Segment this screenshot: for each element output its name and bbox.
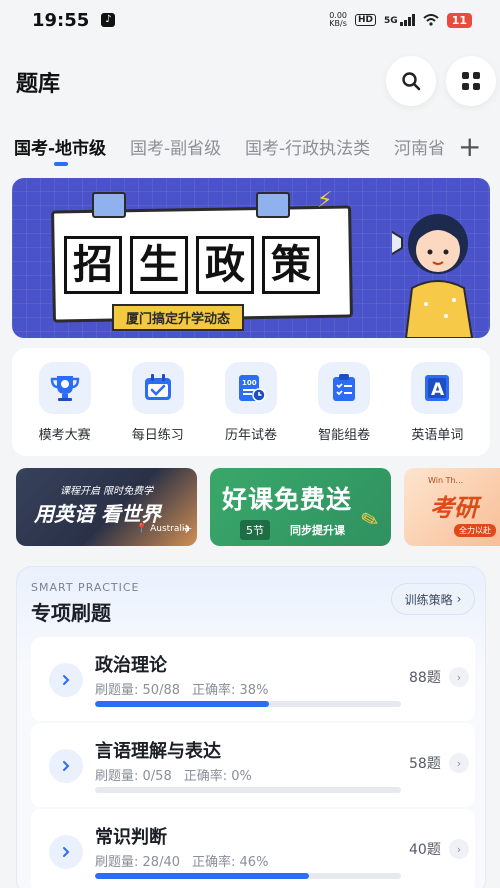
tool-label: 模考大赛 [38,427,91,443]
tool-label: 英语单词 [411,427,464,443]
letter-a-icon: A [425,374,450,401]
apps-menu-button[interactable] [446,56,496,106]
category-tabs: 国考-地市级 国考-副省级 国考-行政执法类 河南省 + [0,130,500,170]
net-speed: 0.00 KB/s [329,11,348,28]
promo-tag: 全力以赴 [454,524,496,537]
progress-bar [95,787,401,793]
promo-title: 用英语 看世界 [34,502,161,526]
binder-clip-icon [92,192,126,218]
banner-subtitle: 厦门搞定升学动态 [112,304,245,331]
banner-char: 生 [130,236,188,294]
training-strategy-button[interactable]: 训练策略 › [391,583,475,615]
practice-item[interactable]: 言语理解与表达 刷题量: 0/58 正确率: 0% 58题 › [31,723,475,807]
signal-icon: 5G [384,14,415,26]
practice-name: 政治理论 [95,655,167,676]
question-count: 58题 [409,756,441,772]
smart-practice-panel: SMART PRACTICE 专项刷题 训练策略 › 政治理论 刷题量: 50/… [16,566,486,888]
practice-stats: 刷题量: 0/58 正确率: 0% [95,769,252,784]
add-tab-icon[interactable]: + [458,130,481,163]
tab-henan[interactable]: 河南省 [394,134,445,159]
grid-icon [462,72,480,90]
expand-chevron-icon[interactable] [49,663,83,697]
tool-daily-practice[interactable]: 每日练习 [114,361,202,443]
banner-char: 政 [196,236,254,294]
tiktok-notification-icon: ♪ [101,13,116,27]
svg-text:100: 100 [242,379,257,387]
promo-carousel: 课程开启 限时免费学 用英语 看世界 📍 Australia ✈ 好课免费送 5… [16,468,500,546]
quick-tools: 模考大赛 每日练习 100 历年试卷 智能组卷 A 英语单词 [12,348,490,456]
tool-smart-paper[interactable]: 智能组卷 [300,361,388,443]
promo-subtitle: 同步提升课 [290,524,345,537]
banner-char: 策 [262,236,320,294]
progress-fill [95,701,270,707]
chevron-right-icon[interactable]: › [449,753,469,773]
promo-subtitle: Win Th... [428,476,464,485]
promo-title: 好课免费送 [222,485,353,514]
active-tab-indicator [54,162,68,166]
exam-paper-icon: 100 [238,374,266,402]
progress-fill [95,873,310,879]
tool-mock-exam[interactable]: 模考大赛 [21,361,109,443]
tab-guokao-fusheng[interactable]: 国考-副省级 [130,134,221,159]
progress-bar [95,701,401,707]
practice-item[interactable]: 政治理论 刷题量: 50/88 正确率: 38% 88题 › [31,637,475,721]
search-icon [402,72,421,91]
tab-guokao-dishi[interactable]: 国考-地市级 [14,134,106,159]
search-button[interactable] [386,56,436,106]
practice-stats: 刷题量: 50/88 正确率: 38% [95,683,269,698]
pencil-icon: ✏ [354,505,384,536]
chevron-right-icon[interactable]: › [449,839,469,859]
tool-label: 智能组卷 [318,427,371,443]
hd-badge: HD [355,14,377,26]
svg-text:A: A [431,380,445,400]
section-title: 专项刷题 [31,601,111,625]
calendar-check-icon [144,373,171,400]
tool-past-papers[interactable]: 100 历年试卷 [207,361,295,443]
battery-icon: 11 [446,12,472,28]
girl-megaphone-illustration [392,214,474,338]
tool-label: 历年试卷 [224,427,277,443]
clipboard-list-icon [333,373,356,401]
burst-lines-icon: ⚡ [317,188,333,213]
practice-name: 常识判断 [95,827,167,848]
chevron-right-icon[interactable]: › [449,667,469,687]
tool-label: 每日练习 [131,427,184,443]
app-header: 题库 [0,52,500,110]
tab-guokao-xingzheng[interactable]: 国考-行政执法类 [245,134,370,159]
practice-stats: 刷题量: 28/40 正确率: 46% [95,855,269,870]
section-eyebrow: SMART PRACTICE [31,581,140,594]
promo-badge: 5节 [240,520,270,540]
banner-char: 招 [64,236,122,294]
page-title: 题库 [16,72,61,97]
banner-headline: 招 生 政 策 [64,236,320,294]
trophy-icon [50,375,79,401]
airplane-icon: ✈ [182,522,193,536]
binder-clip-icon [256,192,290,218]
tool-english-words[interactable]: A 英语单词 [393,361,481,443]
promo-card-free-course[interactable]: 好课免费送 5节 同步提升课 ✏ [210,468,391,546]
chevron-right-icon: › [456,592,462,606]
expand-chevron-icon[interactable] [49,749,83,783]
promo-banner[interactable]: ⚡ 招 生 政 策 厦门搞定升学动态 [12,178,490,338]
wifi-icon [423,14,439,26]
promo-subtitle: 课程开启 限时免费学 [60,486,154,497]
status-time: 19:55 [32,9,90,31]
question-count: 40题 [409,842,441,858]
promo-card-english[interactable]: 课程开启 限时免费学 用英语 看世界 📍 Australia ✈ [16,468,197,546]
promo-card-kaoyan[interactable]: Win Th... 考研 全力以赴 [404,468,500,546]
question-count: 88题 [409,670,441,686]
promo-title: 考研 [430,494,478,522]
practice-name: 言语理解与表达 [95,741,221,762]
expand-chevron-icon[interactable] [49,835,83,869]
practice-item[interactable]: 常识判断 刷题量: 28/40 正确率: 46% 40题 › [31,809,475,888]
progress-bar [95,873,401,879]
system-icons: 0.00 KB/s HD 5G 11 [329,12,472,28]
status-bar: 19:55 ♪ 0.00 KB/s HD 5G 11 [0,0,500,40]
